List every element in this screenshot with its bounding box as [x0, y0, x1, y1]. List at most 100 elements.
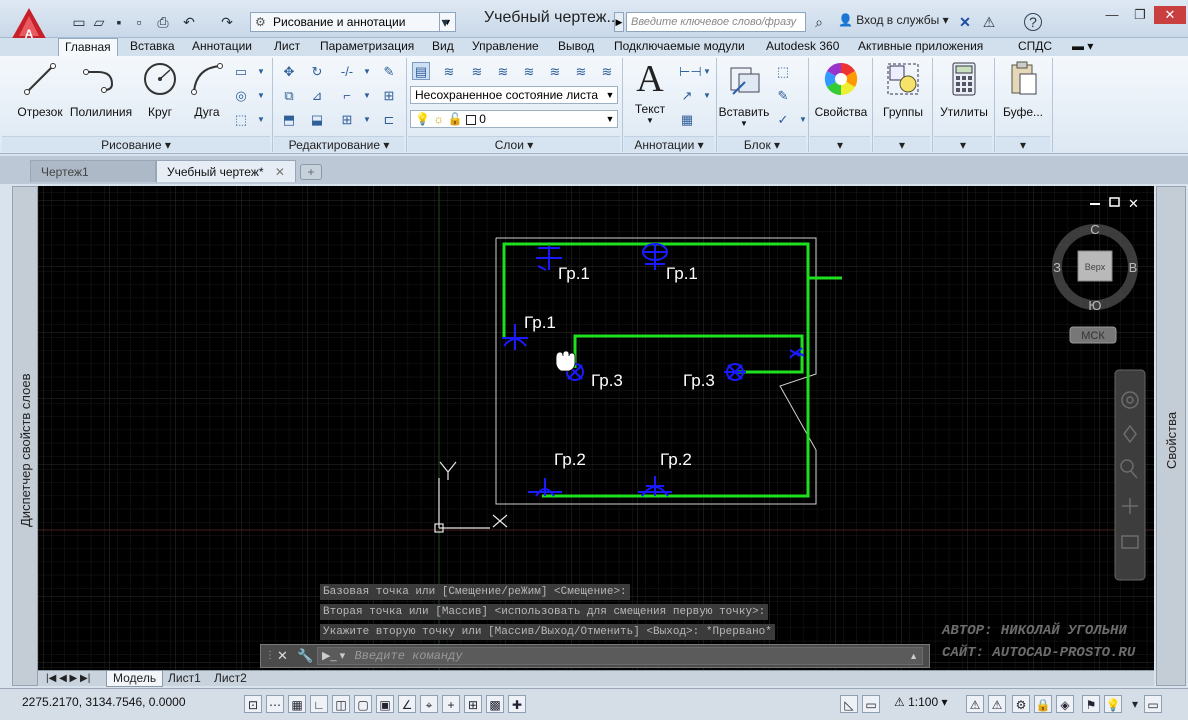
properties-panel-expand[interactable]: ▾	[810, 136, 870, 152]
layout-tab-sheet1[interactable]: Лист1	[162, 671, 207, 687]
dimension-icon[interactable]: ⊢⊣	[678, 62, 702, 80]
line-button[interactable]: Отрезок	[16, 60, 64, 119]
tab-spds[interactable]: СПДС	[1012, 38, 1058, 56]
open-file-icon[interactable]: ▱	[90, 13, 108, 31]
tab-view[interactable]: Вид	[426, 38, 460, 56]
region-dropdown-icon[interactable]: ▼	[252, 110, 270, 128]
wrench-icon[interactable]: 🔧	[297, 648, 313, 664]
block-panel-title[interactable]: Блок ▾	[718, 136, 806, 152]
file-tab-drawing1[interactable]: Чертеж1	[30, 160, 156, 182]
clipboard-button[interactable]: Буфе...	[998, 60, 1048, 119]
minimize-icon[interactable]: —	[1098, 6, 1126, 24]
search-input[interactable]: Введите ключевое слово/фразу	[626, 12, 806, 32]
layer-properties-icon[interactable]: ▤	[412, 62, 430, 80]
groups-button[interactable]: Группы	[876, 60, 930, 119]
help-icon[interactable]: ?	[1024, 13, 1042, 31]
dynamic-input-icon[interactable]: +	[442, 695, 460, 713]
save-as-icon[interactable]: ▫	[130, 13, 148, 31]
erase-icon[interactable]: ✎	[380, 62, 398, 80]
fillet-icon[interactable]: ⌐	[338, 86, 356, 104]
command-input[interactable]: ▶_ ▾ Введите команду ▲	[317, 647, 923, 665]
properties-button[interactable]: Свойства	[812, 60, 870, 119]
layer-state-dropdown[interactable]: Несохраненное состояние листа ▼	[410, 86, 618, 104]
rotate-icon[interactable]: ↻	[308, 62, 326, 80]
utilities-button[interactable]: Утилиты	[936, 60, 992, 119]
exchange-icon[interactable]: ✕	[956, 13, 974, 31]
polyline-button[interactable]: Полилиния	[68, 60, 134, 119]
leader-icon[interactable]: ↗	[678, 86, 696, 104]
cursor-coordinates[interactable]: 2275.2170, 3134.7546, 0.0000	[22, 695, 186, 709]
layer-previous-icon[interactable]: ≋	[598, 62, 616, 80]
otrack-icon[interactable]: ∠	[398, 695, 416, 713]
ribbon-options-icon[interactable]: ▬ ▾	[1066, 38, 1099, 56]
redo-icon[interactable]: ↷	[218, 13, 236, 31]
trim-dropdown-icon[interactable]: ▼	[358, 62, 376, 80]
offset-icon[interactable]: ⊏	[380, 110, 398, 128]
quick-access-menu-icon[interactable]: ▾	[436, 13, 454, 31]
layer-iso-icon[interactable]: ≋	[468, 62, 486, 80]
new-tab-icon[interactable]: +	[300, 164, 322, 180]
table-icon[interactable]: ▦	[678, 110, 696, 128]
clipboard-panel-expand[interactable]: ▾	[996, 136, 1050, 152]
grid-icon[interactable]: ▦	[288, 695, 306, 713]
binoculars-icon[interactable]: ⌕	[810, 13, 828, 31]
array-dropdown-icon[interactable]: ▼	[358, 110, 376, 128]
file-tab-current[interactable]: Учебный чертеж* ✕	[156, 160, 296, 182]
annotations-panel-title[interactable]: Аннотации ▾	[624, 136, 714, 152]
status-dropdown-icon[interactable]: ▾	[1126, 695, 1144, 713]
properties-palette[interactable]: Свойства	[1156, 186, 1186, 686]
rectangle-dropdown-icon[interactable]: ▼	[252, 62, 270, 80]
command-history-toggle-icon[interactable]: ▲	[909, 648, 918, 664]
hardware-acceleration-icon[interactable]: ◈	[1056, 695, 1074, 713]
edit-attributes-icon[interactable]: ✓	[774, 110, 792, 128]
scale-icon[interactable]: ⬓	[308, 110, 326, 128]
circle-button[interactable]: Круг	[140, 60, 180, 119]
toolbar-lock-icon[interactable]: 🔒	[1034, 695, 1052, 713]
layer-dropdown[interactable]: 💡 ☼ 🔓 0 ▼	[410, 110, 618, 128]
utilities-panel-expand[interactable]: ▾	[934, 136, 992, 152]
workspace-switch-icon[interactable]: ⚙	[1012, 695, 1030, 713]
mirror-icon[interactable]: ⊿	[308, 86, 326, 104]
tab-annotate[interactable]: Аннотации	[186, 38, 258, 56]
tab-plugins[interactable]: Подключаемые модули	[608, 38, 751, 56]
quick-view-layouts-icon[interactable]: ▭	[862, 695, 880, 713]
leader-dropdown-icon[interactable]: ▼	[698, 86, 716, 104]
layer-state-icon[interactable]: ≋	[440, 62, 458, 80]
close-tab-icon[interactable]: ✕	[275, 165, 285, 179]
tab-insert[interactable]: Вставка	[124, 38, 181, 56]
layer-properties-palette[interactable]: Диспетчер свойств слоев	[12, 186, 38, 686]
tab-manage[interactable]: Управление	[466, 38, 545, 56]
grip-icon[interactable]: ⋮	[265, 645, 275, 667]
save-icon[interactable]: ▪	[110, 13, 128, 31]
login-button[interactable]: 👤 Вход в службы ▾	[838, 13, 949, 27]
clean-screen-icon[interactable]: ▭	[1144, 695, 1162, 713]
fillet-dropdown-icon[interactable]: ▼	[358, 86, 376, 104]
draw-panel-title[interactable]: Рисование ▾	[2, 136, 270, 152]
polar-icon[interactable]: ◫	[332, 695, 350, 713]
text-button[interactable]: A Текст ▼	[628, 60, 672, 125]
3d-osnap-icon[interactable]: ▣	[376, 695, 394, 713]
copy-icon[interactable]: ⧉	[280, 86, 298, 104]
search-expand-icon[interactable]: ▶	[614, 12, 624, 32]
region-icon[interactable]: ⬚	[232, 110, 250, 128]
modify-panel-title[interactable]: Редактирование ▾	[274, 136, 404, 152]
print-icon[interactable]: ⎙	[154, 13, 172, 31]
annotation-visibility-icon[interactable]: ⚠	[966, 695, 984, 713]
groups-panel-expand[interactable]: ▾	[874, 136, 930, 152]
trim-icon[interactable]: -/-	[338, 62, 356, 80]
undo-icon[interactable]: ↶	[180, 13, 198, 31]
annotation-scale[interactable]: ⚠ 1:100 ▾	[894, 695, 948, 709]
layer-freeze-icon[interactable]: ≋	[520, 62, 538, 80]
ortho-icon[interactable]: ∟	[310, 695, 328, 713]
isolate-objects-icon[interactable]: ⚑	[1082, 695, 1100, 713]
hatch-icon[interactable]: ◎	[232, 86, 250, 104]
workspace-dropdown[interactable]: ⚙ Рисование и аннотации ▼	[250, 12, 456, 32]
tab-output[interactable]: Вывод	[552, 38, 600, 56]
dimension-dropdown-icon[interactable]: ▼	[698, 62, 716, 80]
tab-layout[interactable]: Лист	[268, 38, 306, 56]
ducs-icon[interactable]: ⌖	[420, 695, 438, 713]
move-icon[interactable]: ✥	[280, 62, 298, 80]
status-bar-menu-icon[interactable]: 💡	[1104, 695, 1122, 713]
tab-active-apps[interactable]: Активные приложения	[852, 38, 989, 56]
arc-button[interactable]: Дуга	[188, 60, 226, 119]
